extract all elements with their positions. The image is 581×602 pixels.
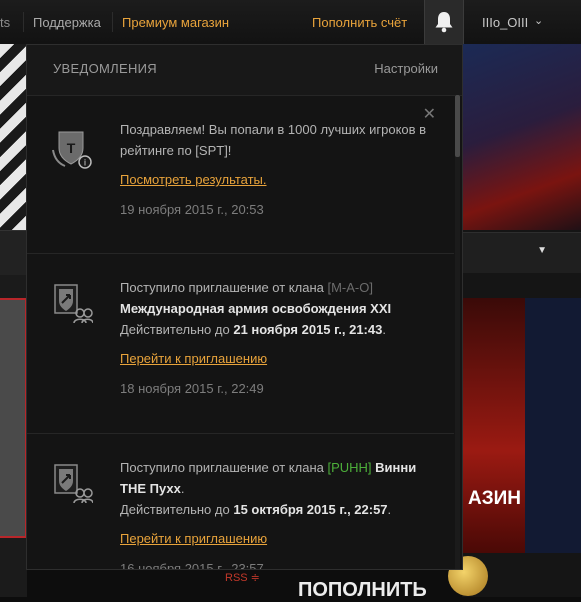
- svg-text:i: i: [84, 158, 86, 168]
- user-menu[interactable]: IIIo_OIII: [482, 15, 528, 30]
- top-nav-bar: ts Поддержка Премиум магазин Пополнить с…: [0, 0, 581, 45]
- notification-text: Поступило приглашение от клана: [120, 280, 328, 295]
- view-results-link[interactable]: Посмотреть результаты.: [120, 169, 430, 190]
- notifications-button[interactable]: [424, 0, 464, 44]
- notification-body: Поступило приглашение от клана [PUHH] Ви…: [120, 457, 430, 570]
- promo-tile[interactable]: [462, 298, 525, 553]
- rss-link[interactable]: RSS ≑: [225, 571, 260, 584]
- nav-link-cut[interactable]: ts: [0, 15, 10, 30]
- scrollbar-thumb[interactable]: [455, 95, 460, 157]
- notification-text: Поздравляем! Вы попали в 1000 лучших игр…: [120, 122, 427, 158]
- valid-until: 21 ноября 2015 г., 21:43: [233, 322, 383, 337]
- valid-suffix: .: [382, 322, 386, 337]
- nav-link-premium-shop[interactable]: Премиум магазин: [122, 15, 229, 30]
- notification-body: Поздравляем! Вы попали в 1000 лучших игр…: [120, 119, 430, 220]
- valid-until: 15 октября 2015 г., 22:57: [233, 502, 388, 517]
- promo-tile-side: [525, 298, 581, 553]
- open-invitation-link[interactable]: Перейти к приглашению: [120, 348, 430, 369]
- hero-banner: [0, 44, 27, 230]
- clan-name: Международная армия освобождения XXI: [120, 301, 392, 316]
- clan-suffix: .: [180, 481, 185, 496]
- valid-suffix: .: [387, 502, 392, 517]
- background-right: ▼ АЗИН: [462, 44, 581, 597]
- notification-item: ✕ T i Поздравляем! Вы попали в 1000 лучш…: [27, 96, 454, 254]
- clan-tag: [PUHH]: [327, 460, 372, 475]
- valid-prefix: Действительно до: [120, 322, 234, 337]
- notifications-scrollbar[interactable]: [455, 95, 460, 569]
- background-strip: [462, 232, 581, 273]
- notifications-header: УВЕДОМЛЕНИЯ Настройки: [27, 45, 462, 96]
- nav-divider: [23, 12, 24, 32]
- notification-time: 19 ноября 2015 г., 20:53: [120, 202, 264, 217]
- chevron-down-icon[interactable]: ▼: [537, 245, 547, 256]
- notification-text: Поступило приглашение от клана: [120, 460, 328, 475]
- promo-title: АЗИН: [468, 488, 522, 509]
- bell-icon: [435, 12, 453, 33]
- chevron-down-icon[interactable]: ⌄: [534, 14, 543, 27]
- background-tile: [0, 298, 27, 538]
- top-up-banner-button[interactable]: ПОПОЛНИТЬ: [298, 579, 427, 602]
- open-invitation-link[interactable]: Перейти к приглашению: [120, 528, 430, 549]
- top-up-link[interactable]: Пополнить счёт: [312, 15, 407, 30]
- notification-item: Поступило приглашение от клана [PUHH] Ви…: [27, 433, 454, 570]
- notification-item: Поступило приглашение от клана [M-A-O] М…: [27, 253, 454, 434]
- notifications-title: УВЕДОМЛЕНИЯ: [53, 61, 157, 76]
- clan-tag: [M-A-O]: [327, 280, 373, 295]
- notification-body: Поступило приглашение от клана [M-A-O] М…: [120, 277, 430, 399]
- clan-invite-icon: [54, 464, 93, 504]
- nav-divider: [112, 12, 113, 32]
- svg-text:T: T: [67, 140, 76, 156]
- notifications-settings-link[interactable]: Настройки: [374, 61, 438, 76]
- valid-prefix: Действительно до: [120, 502, 234, 517]
- notification-time: 16 ноября 2015 г., 23:57: [120, 561, 264, 570]
- background-strip: [0, 230, 27, 275]
- notifications-panel: УВЕДОМЛЕНИЯ Настройки ✕ T i Поздравляем!…: [26, 44, 463, 570]
- wot-rank-icon: T i: [52, 131, 92, 169]
- notification-time: 18 ноября 2015 г., 22:49: [120, 381, 264, 396]
- clan-invite-icon: [54, 284, 93, 324]
- hero-banner-art: [462, 44, 581, 230]
- nav-link-support[interactable]: Поддержка: [33, 15, 101, 30]
- background-left: [0, 44, 27, 597]
